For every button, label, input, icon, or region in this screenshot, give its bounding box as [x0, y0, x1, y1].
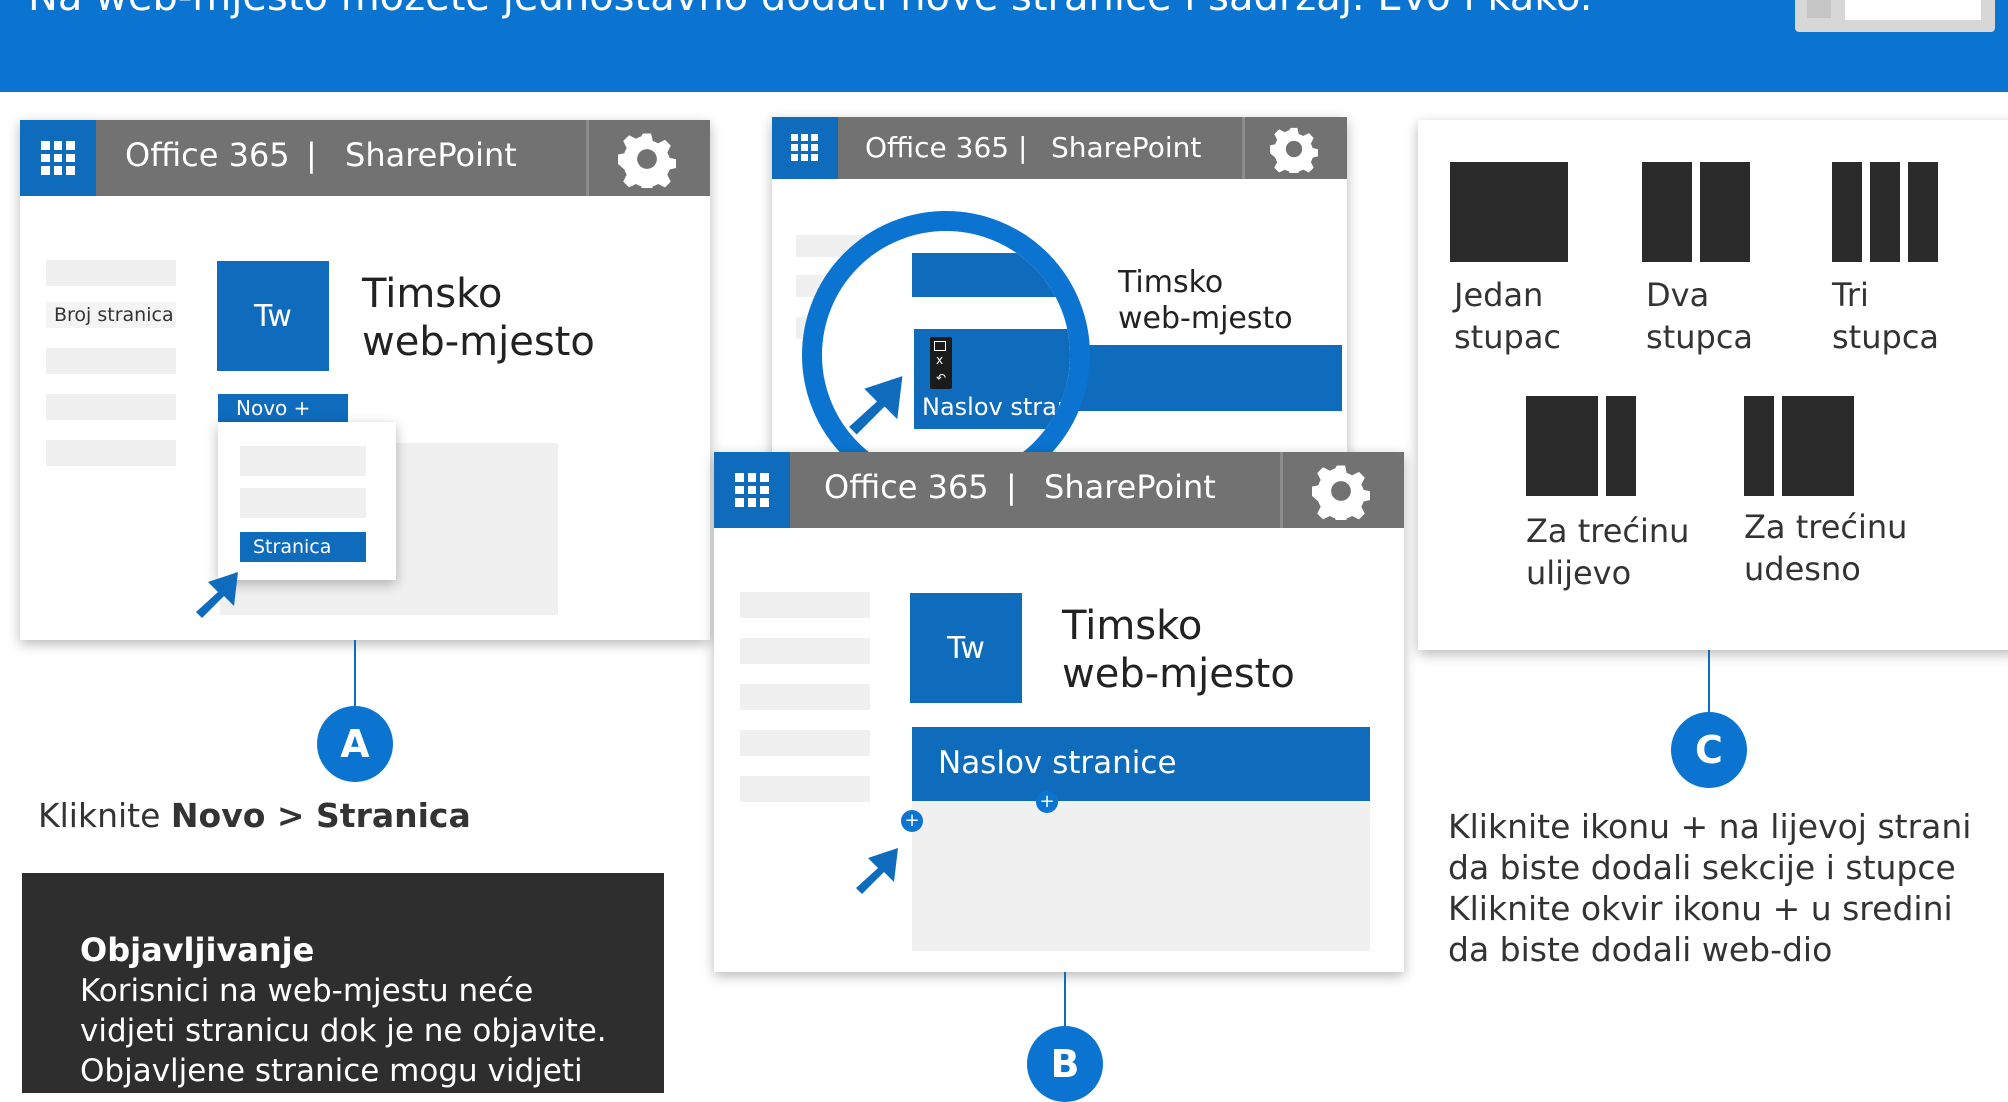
step-badge-c: C — [1671, 712, 1747, 788]
suite-bar: Office 365 | SharePoint — [772, 117, 1347, 179]
undo-icon: ↶ — [936, 371, 947, 385]
step-a-instruction: Kliknite Novo > Stranica — [38, 796, 471, 835]
cursor-icon — [196, 572, 238, 618]
suite-bar: Office 365 | SharePoint — [714, 452, 1404, 528]
connector-line — [1708, 650, 1710, 716]
site-logo-tile: Tw — [217, 261, 329, 371]
menu-placeholder — [240, 446, 366, 476]
publish-note-body: Korisnici na web-mjestu neće vidjeti str… — [80, 973, 607, 1089]
banner-text: Na web-mjesto možete jednostavno dodati … — [28, 0, 1593, 20]
suite-app-name: SharePoint — [1044, 468, 1216, 506]
panel-c-layouts: Jedan stupac Dva stupca Tri stupca Za treći… — [1418, 120, 2008, 650]
panel-b: Office 365 | SharePoint Tw Timsko web-mj… — [714, 452, 1404, 972]
suite-app-name: SharePoint — [345, 136, 517, 174]
canvas-area — [912, 801, 1370, 951]
step-badge-a: A — [317, 706, 393, 782]
layout-one-third-right[interactable] — [1782, 396, 1854, 496]
new-button[interactable]: Novo + — [218, 394, 348, 422]
nav-placeholder — [740, 730, 870, 756]
app-launcher-icon — [791, 134, 818, 161]
app-launcher-icon — [41, 141, 75, 175]
publish-note: Objavljivanje Korisnici na web-mjestu ne… — [22, 873, 664, 1093]
layout-three-columns[interactable] — [1908, 162, 1938, 262]
zoom-title-area: x ↶ Naslov stranice — [914, 329, 1070, 429]
layout-one-third-right[interactable] — [1744, 396, 1774, 496]
suite-divider — [586, 120, 589, 196]
cursor-icon — [849, 376, 903, 435]
layout-label-one-third-right: Za trećinu udesno — [1744, 508, 1908, 588]
layout-two-columns[interactable] — [1700, 162, 1750, 262]
site-title-line1: Timsko — [362, 271, 503, 317]
menu-placeholder — [240, 488, 366, 518]
nav-placeholder — [740, 776, 870, 802]
app-launcher-icon — [735, 473, 769, 507]
suite-divider — [1242, 117, 1245, 179]
layout-one-third-left[interactable] — [1526, 396, 1598, 496]
app-launcher-button[interactable] — [772, 117, 838, 179]
suite-title: Office 365 — [824, 468, 989, 506]
layout-one-third-left[interactable] — [1606, 396, 1636, 496]
panel-zoom: Office 365 | SharePoint Timsko web-mjest… — [772, 117, 1347, 457]
suite-separator: | — [1018, 131, 1028, 164]
site-logo-tile: Tw — [910, 593, 1022, 703]
nav-item-pages[interactable]: Broj stranica — [46, 302, 176, 328]
add-section-button[interactable]: + — [901, 810, 923, 832]
suite-separator: | — [306, 136, 317, 174]
site-title: Timsko web-mjesto — [1062, 602, 1295, 698]
new-dropdown-menu: Stranica — [218, 422, 396, 580]
suite-app-name: SharePoint — [1051, 131, 1202, 164]
layout-two-columns[interactable] — [1642, 162, 1692, 262]
nav-placeholder — [46, 394, 176, 420]
step-c-instruction: Kliknite ikonu + na lijevoj strani da bi… — [1448, 807, 1972, 969]
publish-note-title: Objavljivanje — [80, 931, 315, 969]
close-icon[interactable]: x — [936, 353, 943, 367]
app-launcher-button[interactable] — [714, 452, 790, 528]
site-title: Timsko web-mjesto — [362, 270, 595, 366]
banner-illustration — [1795, 0, 1995, 32]
cursor-icon — [856, 848, 898, 894]
nav-placeholder — [46, 348, 176, 374]
image-icon — [934, 341, 946, 351]
nav-placeholder — [740, 684, 870, 710]
site-title-line2: web-mjesto — [362, 319, 595, 365]
gear-icon[interactable] — [618, 130, 676, 188]
layout-label-three-columns: Tri stupca — [1832, 276, 1940, 356]
menu-item-page[interactable]: Stranica — [240, 532, 366, 562]
layout-label-one-third-left: Za trećinu ulijevo — [1526, 512, 1690, 592]
site-title-line2: web-mjesto — [1118, 301, 1293, 336]
site-title-line2: web-mjesto — [1062, 651, 1295, 697]
add-webpart-button[interactable]: + — [1036, 791, 1058, 813]
page-title-text[interactable]: Naslov stranice — [922, 393, 1070, 421]
layout-label-two-columns: Dva stupca — [1646, 276, 1754, 356]
section-toolbar[interactable]: x ↶ — [930, 337, 952, 389]
site-title-line1: Timsko — [1118, 265, 1224, 300]
suite-separator: | — [1006, 468, 1017, 506]
connector-line — [354, 640, 356, 710]
nav-item-pages-label: Broj stranica — [54, 304, 174, 326]
suite-divider — [1280, 452, 1283, 528]
suite-bar: Office 365 | SharePoint — [20, 120, 710, 196]
step-badge-b: B — [1027, 1026, 1103, 1102]
nav-placeholder — [46, 440, 176, 466]
layout-label-one-column: Jedan stupac — [1454, 276, 1562, 356]
page-title-area[interactable]: Naslov stranice — [912, 727, 1370, 801]
panel-a: Office 365 | SharePoint Broj stranica Tw… — [20, 120, 710, 640]
zoom-web-part — [912, 253, 1070, 297]
site-title-line1: Timsko — [1062, 603, 1203, 649]
suite-title: Office 365 — [865, 131, 1010, 164]
layout-three-columns[interactable] — [1832, 162, 1862, 262]
suite-title: Office 365 — [125, 136, 290, 174]
layout-three-columns[interactable] — [1870, 162, 1900, 262]
gear-icon[interactable] — [1270, 125, 1318, 173]
connector-line — [1064, 972, 1066, 1032]
page-title-text: Naslov stranice — [938, 745, 1177, 781]
nav-placeholder — [740, 592, 870, 618]
nav-placeholder — [46, 260, 176, 286]
app-launcher-button[interactable] — [20, 120, 96, 196]
layout-one-column[interactable] — [1450, 162, 1568, 262]
site-title: Timsko web-mjesto — [1118, 265, 1293, 337]
nav-placeholder — [740, 638, 870, 664]
gear-icon[interactable] — [1312, 462, 1370, 520]
